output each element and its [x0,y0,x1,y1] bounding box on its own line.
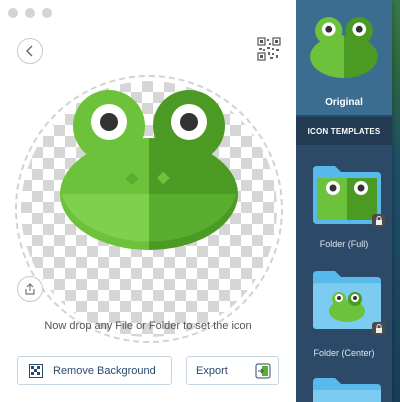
drop-hint-text: Now drop any File or Folder to set the i… [44,320,252,332]
minimize-window-button[interactable] [25,8,35,18]
export-label: Export [196,364,228,377]
zoom-window-button[interactable] [42,8,52,18]
qr-code-button[interactable] [257,37,281,61]
template-label: Folder (Center) [313,348,375,358]
remove-background-icon [29,363,43,378]
lock-icon [372,214,385,227]
back-button[interactable] [17,38,43,64]
icon-templates-header: ICON TEMPLATES [296,117,392,145]
original-label: Original [325,97,363,108]
qr-code-icon [257,37,281,61]
template-folder-partial[interactable] [296,374,392,402]
templates-sidebar: Original ICON TEMPLATES Folder (Full) Fo… [296,0,392,402]
traffic-lights [8,8,52,18]
remove-background-button[interactable]: Remove Background [17,356,172,385]
share-icon [25,283,35,295]
chevron-left-icon [26,45,33,57]
template-folder-full[interactable]: Folder (Full) [296,160,392,255]
folder-thumbnail [313,378,381,402]
export-icon [255,363,271,378]
share-button[interactable] [17,276,43,302]
app-window: Now drop any File or Folder to set the i… [0,0,392,402]
lock-icon [372,322,385,335]
frog-icon-preview [60,90,238,250]
remove-background-label: Remove Background [53,364,156,377]
export-button[interactable]: Export [186,356,279,385]
template-label: Folder (Full) [319,239,369,249]
close-window-button[interactable] [8,8,18,18]
frog-icon-thumbnail [310,17,378,78]
editor-panel: Now drop any File or Folder to set the i… [0,0,296,402]
original-icon-option[interactable]: Original [296,0,392,115]
template-folder-center[interactable]: Folder (Center) [296,264,392,364]
